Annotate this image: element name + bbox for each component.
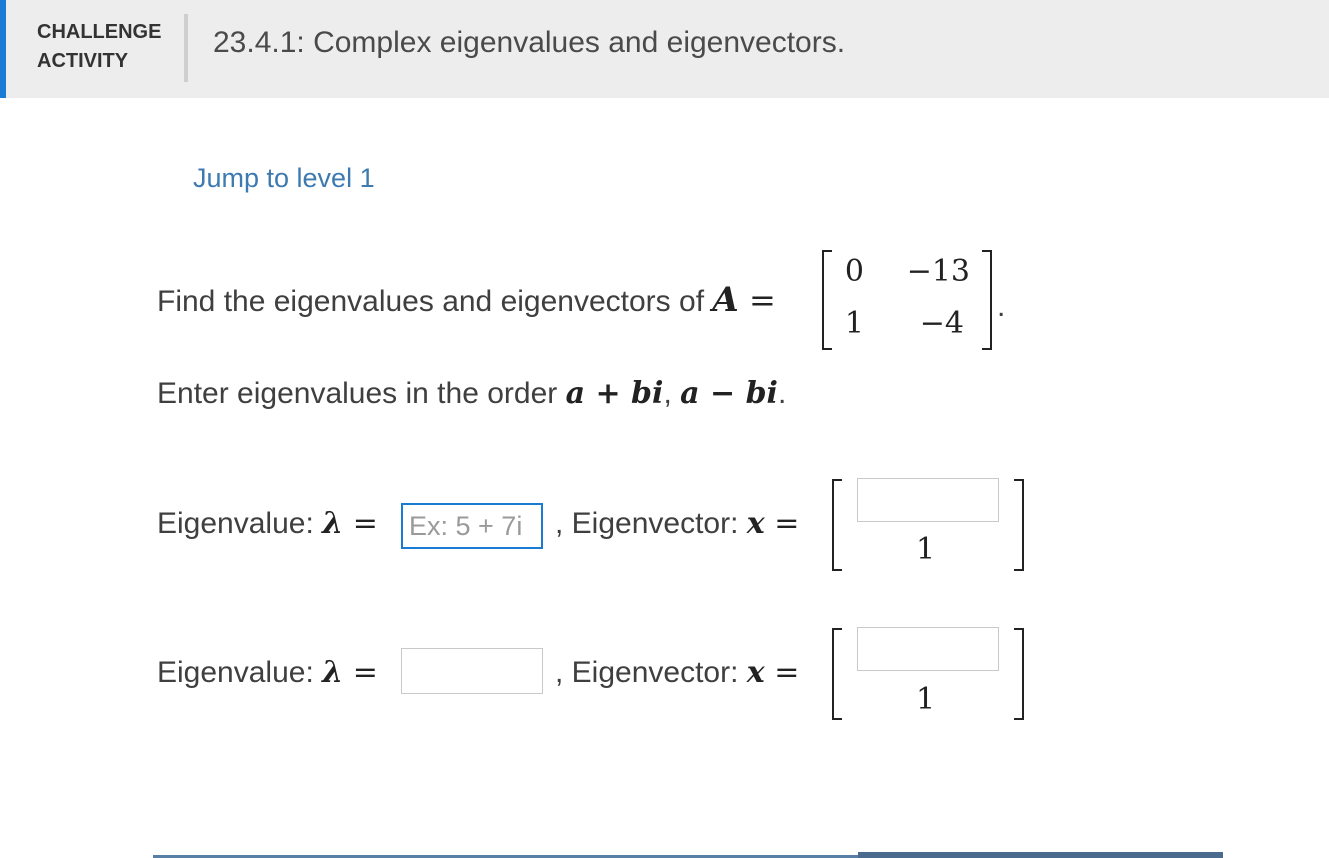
lambda-equals-1: = bbox=[343, 506, 378, 541]
eigenvalue-label-text-1: Eigenvalue: bbox=[157, 507, 323, 540]
eigenvalue-label-2: Eigenvalue: λ = bbox=[157, 655, 378, 690]
eigenvector-label-text-1: , Eigenvector: bbox=[555, 507, 747, 540]
activity-kind-label: CHALLENGE ACTIVITY bbox=[37, 18, 177, 76]
vector-left-bracket-2 bbox=[832, 628, 842, 720]
lambda-symbol-2: λ bbox=[322, 655, 344, 690]
vector-right-bracket-2 bbox=[1014, 628, 1024, 720]
header-divider bbox=[184, 14, 188, 82]
order-expr-1: a + bi bbox=[565, 376, 664, 411]
matrix-variable: A bbox=[712, 280, 739, 320]
vector-right-bracket-1 bbox=[1014, 479, 1024, 571]
matrix-cell-1-0: 1 bbox=[844, 306, 864, 341]
order-separator: , bbox=[663, 377, 681, 410]
order-period: . bbox=[777, 377, 787, 410]
eigenvalue-input-1[interactable] bbox=[401, 503, 543, 549]
activity-title: 23.4.1: Complex eigenvalues and eigenvec… bbox=[213, 26, 846, 59]
eigenvector-label-text-2: , Eigenvector: bbox=[555, 656, 747, 689]
eigenvector-label-2: , Eigenvector: x = bbox=[555, 655, 799, 690]
problem-text: Find the eigenvalues and eigenvectors of bbox=[157, 285, 713, 318]
matrix-right-bracket bbox=[982, 250, 992, 350]
eigenvector-bottom-entry-1: 1 bbox=[916, 532, 936, 567]
lambda-symbol-1: λ bbox=[322, 506, 344, 541]
eigenvalue-label-text-2: Eigenvalue: bbox=[157, 656, 323, 689]
problem-statement: Find the eigenvalues and eigenvectors of… bbox=[157, 280, 776, 320]
eigenvalue-label-1: Eigenvalue: λ = bbox=[157, 506, 378, 541]
activity-kind-line1: CHALLENGE bbox=[37, 21, 162, 43]
eigenvalue-input-2[interactable] bbox=[401, 648, 543, 694]
eigenvector-top-input-1[interactable] bbox=[857, 478, 999, 522]
vector-left-bracket-1 bbox=[832, 479, 842, 571]
matrix-cell-0-0: 0 bbox=[844, 254, 864, 289]
equals-sign: = bbox=[738, 281, 776, 319]
eigenvector-label-1: , Eigenvector: x = bbox=[555, 506, 799, 541]
eigenvector-bottom-entry-2: 1 bbox=[916, 682, 936, 717]
vector-equals-1: = bbox=[764, 506, 800, 541]
activity-header: CHALLENGE ACTIVITY 23.4.1: Complex eigen… bbox=[0, 0, 1329, 98]
order-expr-2: a − bi bbox=[680, 376, 778, 411]
footer-tab-bar bbox=[858, 852, 1223, 858]
matrix-cell-0-1: −13 bbox=[906, 254, 970, 289]
lambda-equals-2: = bbox=[343, 655, 378, 690]
matrix-A: 0 −13 1 −4 bbox=[822, 250, 992, 350]
activity-kind-line2: ACTIVITY bbox=[37, 50, 129, 72]
matrix-cell-1-1: −4 bbox=[919, 306, 964, 341]
jump-to-level-link[interactable]: Jump to level 1 bbox=[193, 163, 375, 194]
order-text: Enter eigenvalues in the order bbox=[157, 377, 566, 410]
x-vector-symbol-2: x bbox=[746, 655, 765, 690]
vector-equals-2: = bbox=[764, 655, 800, 690]
x-vector-symbol-1: x bbox=[746, 506, 765, 541]
eigenvector-top-input-2[interactable] bbox=[857, 627, 999, 671]
order-instruction: Enter eigenvalues in the order a + bi, a… bbox=[157, 376, 786, 411]
problem-period: . bbox=[997, 290, 1006, 323]
